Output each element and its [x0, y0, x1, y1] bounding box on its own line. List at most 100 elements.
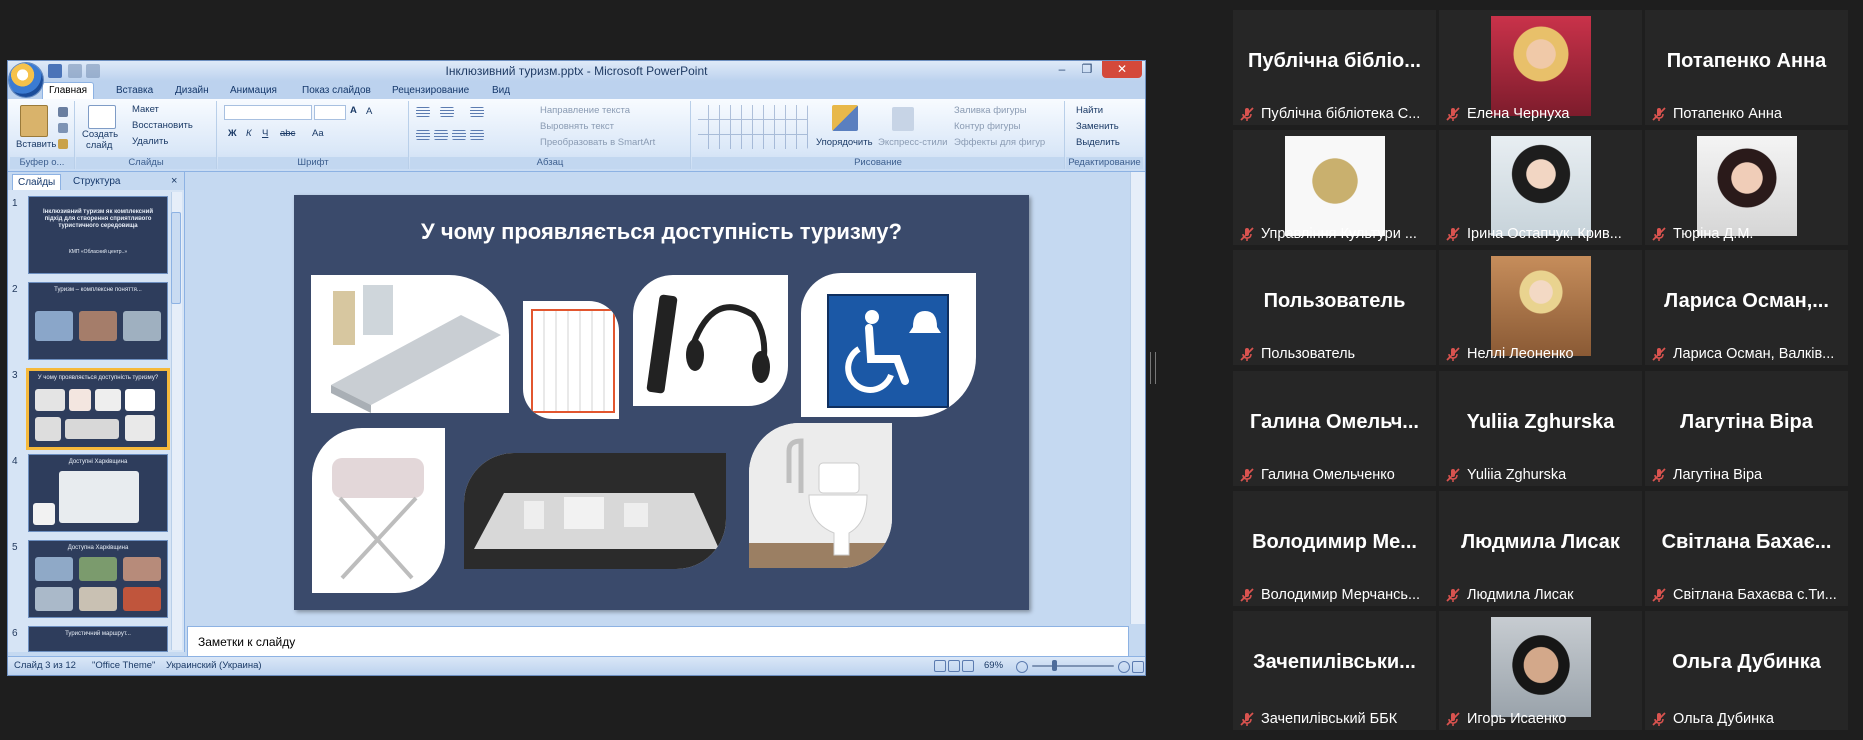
participant-name: Неллі Леоненко — [1467, 346, 1574, 362]
participant-tile[interactable]: Світлана Бахає... Світлана Бахаєва с.Ти..… — [1645, 491, 1848, 606]
paste-button[interactable]: Вставить — [16, 139, 56, 150]
ramp-image — [311, 275, 509, 413]
participant-tile[interactable]: Тюріна Д.М. — [1645, 130, 1848, 245]
font-size-combo[interactable] — [314, 105, 346, 120]
replace-button[interactable]: Заменить — [1076, 121, 1119, 132]
vertical-scrollbar[interactable] — [1130, 172, 1145, 624]
format-painter-icon[interactable] — [58, 139, 68, 149]
slide-sorter-icon[interactable] — [948, 660, 960, 672]
align-left-icon[interactable] — [416, 130, 430, 140]
office-button[interactable] — [9, 63, 43, 97]
bold-icon[interactable]: Ж — [228, 128, 237, 139]
slideshow-icon[interactable] — [962, 660, 974, 672]
tab-slideshow[interactable]: Показ слайдов — [302, 83, 371, 98]
grow-font-icon[interactable]: A — [350, 105, 357, 116]
notes-area[interactable]: Заметки к слайду — [187, 626, 1129, 657]
quick-styles-button[interactable]: Экспресс-стили — [878, 137, 947, 148]
reset-button[interactable]: Восстановить — [132, 120, 193, 131]
justify-icon[interactable] — [470, 130, 484, 140]
minimize-button[interactable]: – — [1049, 61, 1075, 78]
zoom-slider-thumb[interactable] — [1052, 660, 1057, 671]
participant-tile[interactable]: Публічна бібліо... Публічна бібліотека С.… — [1233, 10, 1436, 125]
slide-thumbnail-5[interactable]: Доступна Харківщина — [28, 540, 168, 618]
tab-slides[interactable]: Слайды — [12, 174, 62, 190]
text-direction-button[interactable]: Направление текста — [540, 105, 630, 116]
participant-tile[interactable]: Галина Омельч... Галина Омельченко — [1233, 371, 1436, 486]
smartart-button[interactable]: Преобразовать в SmartArt — [540, 137, 655, 148]
participant-tile[interactable]: Ірина Остапчук, Крив... — [1439, 130, 1642, 245]
align-right-icon[interactable] — [452, 130, 466, 140]
participant-tile[interactable]: Зачепилівськи... Зачепилівський ББК — [1233, 611, 1436, 730]
tab-insert[interactable]: Вставка — [116, 83, 153, 98]
select-button[interactable]: Выделить — [1076, 137, 1120, 148]
shrink-font-icon[interactable]: A — [366, 106, 372, 117]
current-slide[interactable]: У чому проявляється доступність туризму? — [294, 195, 1029, 610]
italic-icon[interactable]: К — [246, 128, 252, 139]
numbering-icon[interactable] — [440, 107, 454, 117]
participant-tile[interactable]: Володимир Ме... Володимир Мерчансь... — [1233, 491, 1436, 606]
new-slide-icon[interactable] — [88, 105, 116, 129]
delete-button[interactable]: Удалить — [132, 136, 168, 147]
participant-tile[interactable]: Лариса Осман,... Лариса Осман, Валків... — [1645, 250, 1848, 365]
shape-effects-button[interactable]: Эффекты для фигур — [954, 137, 1045, 148]
quick-styles-icon[interactable] — [892, 107, 914, 131]
font-color-icon[interactable]: Aa — [312, 128, 324, 139]
zoom-out-icon[interactable] — [1016, 661, 1028, 673]
participant-name-bar: Публічна бібліотека С... — [1233, 103, 1436, 125]
tab-view[interactable]: Вид — [492, 83, 510, 98]
font-name-combo[interactable] — [224, 105, 312, 120]
slide-thumbnail-1[interactable]: Інклюзивний туризм як комплексний підхід… — [28, 196, 168, 274]
copy-icon[interactable] — [58, 123, 68, 133]
bullets-icon[interactable] — [416, 107, 430, 117]
close-pane-icon[interactable]: × — [171, 175, 177, 187]
language-status[interactable]: Украинский (Украина) — [166, 660, 262, 671]
participant-tile[interactable]: Елена Чернуха — [1439, 10, 1642, 125]
shape-fill-button[interactable]: Заливка фигуры — [954, 105, 1027, 116]
new-slide-label-2[interactable]: слайд — [86, 140, 112, 151]
find-button[interactable]: Найти — [1076, 105, 1103, 116]
zoom-level[interactable]: 69% — [984, 660, 1003, 671]
arrange-button[interactable]: Упорядочить — [816, 137, 873, 148]
align-text-button[interactable]: Выровнять текст — [540, 121, 614, 132]
tab-animation[interactable]: Анимация — [230, 83, 277, 98]
participant-tile[interactable]: Неллі Леоненко — [1439, 250, 1642, 365]
panel-splitter[interactable] — [1150, 352, 1156, 384]
strikethrough-icon[interactable]: abc — [280, 128, 295, 139]
tab-design[interactable]: Дизайн — [175, 83, 209, 98]
participant-tile[interactable]: Ольга Дубинка Ольга Дубинка — [1645, 611, 1848, 730]
indent-icon[interactable] — [470, 107, 484, 117]
tab-outline[interactable]: Структура — [68, 174, 125, 189]
new-slide-label-1[interactable]: Создать — [82, 129, 118, 140]
participant-name-bar: Лагутіна Віра — [1645, 464, 1848, 486]
slide-thumbnail-6[interactable]: Туристичний маршрут... — [28, 626, 168, 652]
participant-tile[interactable]: Yuliia Zghurska Yuliia Zghurska — [1439, 371, 1642, 486]
layout-button[interactable]: Макет — [132, 104, 159, 115]
slide-thumbnail-2[interactable]: Туризм – комплексне поняття... — [28, 282, 168, 360]
normal-view-icon[interactable] — [934, 660, 946, 672]
maximize-button[interactable]: ❐ — [1074, 61, 1100, 78]
pane-scroll-thumb[interactable] — [171, 212, 181, 304]
tab-review[interactable]: Рецензирование — [392, 83, 469, 98]
participant-tile[interactable]: Управління Культури ... — [1233, 130, 1436, 245]
slide-thumbnail-4[interactable]: Доступні Харківщина — [28, 454, 168, 532]
fit-to-window-icon[interactable] — [1132, 661, 1144, 673]
arrange-icon[interactable] — [832, 105, 858, 131]
zoom-slider[interactable] — [1032, 665, 1114, 667]
participant-name-bar: Володимир Мерчансь... — [1233, 584, 1436, 606]
slide-thumbnail-3[interactable]: У чому проявляється доступність туризму? — [26, 368, 170, 450]
participant-tile[interactable]: Людмила Лисак Людмила Лисак — [1439, 491, 1642, 606]
paste-icon[interactable] — [20, 105, 48, 137]
align-center-icon[interactable] — [434, 130, 448, 140]
cut-icon[interactable] — [58, 107, 68, 117]
participant-tile[interactable]: Лагутіна Віра Лагутіна Віра — [1645, 371, 1848, 486]
underline-icon[interactable]: Ч — [262, 128, 268, 139]
participant-tile[interactable]: Пользователь Пользователь — [1233, 250, 1436, 365]
thumbnail-number: 2 — [12, 284, 18, 295]
shape-outline-button[interactable]: Контур фигуры — [954, 121, 1020, 132]
participant-tile[interactable]: Игорь Исаенко — [1439, 611, 1642, 730]
participant-tile[interactable]: Потапенко Анна Потапенко Анна — [1645, 10, 1848, 125]
zoom-in-icon[interactable] — [1118, 661, 1130, 673]
shapes-gallery[interactable] — [698, 105, 808, 149]
tab-home[interactable]: Главная — [42, 82, 95, 99]
close-button[interactable]: ✕ — [1102, 61, 1142, 78]
